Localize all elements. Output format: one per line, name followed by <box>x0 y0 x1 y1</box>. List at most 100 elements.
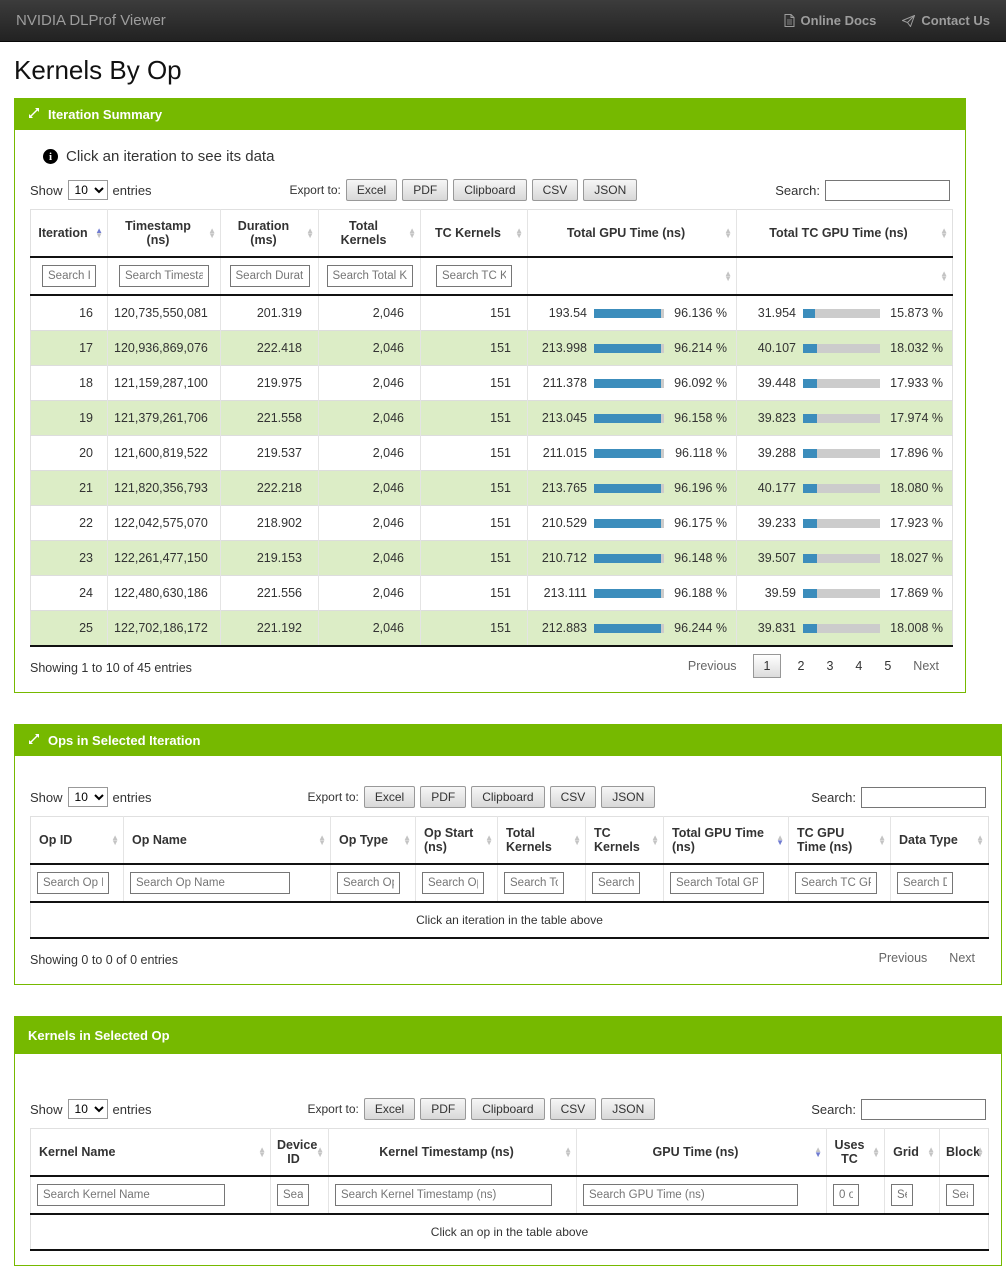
column-header-uses-tc[interactable]: Uses TC▲▼ <box>827 1129 885 1177</box>
sort-icon: ▲▼ <box>651 835 659 845</box>
column-header-total-kernels[interactable]: Total Kernels ▲▼ <box>319 210 421 258</box>
iteration-cell: 21 <box>31 471 108 506</box>
column-search-uses-tc[interactable] <box>833 1184 859 1206</box>
column-search-tc-kernels[interactable] <box>436 265 512 287</box>
column-header-gpu-time[interactable]: GPU Time (ns)▲▼ <box>577 1129 827 1177</box>
export-clipboard-button[interactable]: Clipboard <box>471 1098 544 1120</box>
column-search-gpu-time[interactable] <box>583 1184 798 1206</box>
table-row[interactable]: 24 122,480,630,186 221.556 2,046 151 213… <box>31 576 953 611</box>
column-search-total-kernels[interactable] <box>327 265 413 287</box>
table-row[interactable]: 16 120,735,550,081 201.319 2,046 151 193… <box>31 295 953 331</box>
column-header-grid[interactable]: Grid▲▼ <box>885 1129 940 1177</box>
column-header-op-start[interactable]: Op Start (ns)▲▼ <box>416 817 498 865</box>
column-search-device-id[interactable] <box>277 1184 309 1206</box>
column-search-timestamp[interactable] <box>119 265 209 287</box>
online-docs-link[interactable]: Online Docs <box>784 13 877 28</box>
column-search-kernel-name[interactable] <box>37 1184 225 1206</box>
export-json-button[interactable]: JSON <box>583 179 637 201</box>
column-search-op-start[interactable] <box>422 872 484 894</box>
export-clipboard-button[interactable]: Clipboard <box>453 179 526 201</box>
iteration-summary-table: Iteration ▲▼ Timestamp (ns) ▲▼ Duration … <box>30 209 953 647</box>
page-length-select[interactable]: 10 <box>68 1099 108 1119</box>
search-input[interactable] <box>861 787 986 808</box>
export-excel-button[interactable]: Excel <box>364 786 415 808</box>
export-pdf-button[interactable]: PDF <box>402 179 448 201</box>
next-page-button[interactable]: Next <box>938 946 986 970</box>
table-row[interactable]: 19 121,379,261,706 221.558 2,046 151 213… <box>31 401 953 436</box>
column-search-op-name[interactable] <box>130 872 290 894</box>
export-csv-button[interactable]: CSV <box>532 179 579 201</box>
page-length-control: Show 10 entries <box>30 1099 152 1119</box>
column-header-total-gpu-time[interactable]: Total GPU Time (ns)▲▼ <box>664 817 789 865</box>
kernels-panel-header[interactable]: Kernels in Selected Op <box>15 1017 1001 1054</box>
tc-kernels-cell: 151 <box>421 471 528 506</box>
column-header-total-kernels[interactable]: Total Kernels▲▼ <box>498 817 586 865</box>
table-row[interactable]: 18 121,159,287,100 219.975 2,046 151 211… <box>31 366 953 401</box>
column-search-op-id[interactable] <box>37 872 109 894</box>
column-search-data-type[interactable] <box>897 872 953 894</box>
column-search-kernel-timestamp[interactable] <box>335 1184 552 1206</box>
table-row[interactable]: 17 120,936,869,076 222.418 2,046 151 213… <box>31 331 953 366</box>
table-row[interactable]: 20 121,600,819,522 219.537 2,046 151 211… <box>31 436 953 471</box>
column-search-duration[interactable] <box>230 265 310 287</box>
column-header-op-type[interactable]: Op Type▲▼ <box>331 817 416 865</box>
column-header-device-id[interactable]: Device ID▲▼ <box>271 1129 329 1177</box>
export-excel-button[interactable]: Excel <box>364 1098 415 1120</box>
export-pdf-button[interactable]: PDF <box>420 1098 466 1120</box>
column-header-tc-kernels[interactable]: TC Kernels ▲▼ <box>421 210 528 258</box>
export-csv-button[interactable]: CSV <box>550 1098 597 1120</box>
column-header-iteration[interactable]: Iteration ▲▼ <box>31 210 108 258</box>
column-search-iteration[interactable] <box>42 265 96 287</box>
page-button-5[interactable]: 5 <box>873 654 902 678</box>
column-header-timestamp[interactable]: Timestamp (ns) ▲▼ <box>108 210 221 258</box>
column-header-tc-kernels[interactable]: TC Kernels▲▼ <box>586 817 664 865</box>
page-button-4[interactable]: 4 <box>844 654 873 678</box>
page-length-select[interactable]: 10 <box>68 180 108 200</box>
export-excel-button[interactable]: Excel <box>346 179 397 201</box>
column-header-total-gpu-time[interactable]: Total GPU Time (ns) ▲▼ <box>528 210 737 258</box>
column-header-op-name[interactable]: Op Name▲▼ <box>124 817 331 865</box>
column-header-total-tc-gpu-time[interactable]: Total TC GPU Time (ns) ▲▼ <box>737 210 953 258</box>
table-row[interactable]: 22 122,042,575,070 218.902 2,046 151 210… <box>31 506 953 541</box>
total-gpu-time-sort-cell[interactable]: ▲▼ <box>528 257 737 295</box>
export-csv-button[interactable]: CSV <box>550 786 597 808</box>
total-tc-gpu-time-cell: 40.177 18.080 % <box>737 471 953 506</box>
column-header-tc-gpu-time[interactable]: TC GPU Time (ns)▲▼ <box>789 817 891 865</box>
page-button-1[interactable]: 1 <box>753 654 782 678</box>
sort-icon: ▲▼ <box>878 835 886 845</box>
column-search-op-type[interactable] <box>337 872 400 894</box>
column-search-total-gpu-time[interactable] <box>670 872 764 894</box>
ops-panel-header[interactable]: Ops in Selected Iteration <box>15 725 1001 756</box>
next-page-button[interactable]: Next <box>902 654 950 678</box>
total-tc-gpu-time-sort-cell[interactable]: ▲▼ <box>737 257 953 295</box>
previous-page-button[interactable]: Previous <box>868 946 939 970</box>
column-search-tc-gpu-time[interactable] <box>795 872 877 894</box>
iteration-summary-panel-header[interactable]: Iteration Summary <box>15 99 965 130</box>
export-json-button[interactable]: JSON <box>601 1098 655 1120</box>
column-header-kernel-timestamp[interactable]: Kernel Timestamp (ns)▲▼ <box>329 1129 577 1177</box>
column-search-grid[interactable] <box>891 1184 913 1206</box>
column-header-kernel-name[interactable]: Kernel Name▲▼ <box>31 1129 271 1177</box>
column-search-block[interactable] <box>946 1184 974 1206</box>
column-search-tc-kernels[interactable] <box>592 872 640 894</box>
page-length-select[interactable]: 10 <box>68 787 108 807</box>
column-header-duration[interactable]: Duration (ms) ▲▼ <box>221 210 319 258</box>
export-clipboard-button[interactable]: Clipboard <box>471 786 544 808</box>
page-button-3[interactable]: 3 <box>815 654 844 678</box>
export-json-button[interactable]: JSON <box>601 786 655 808</box>
table-row[interactable]: 25 122,702,186,172 221.192 2,046 151 212… <box>31 611 953 647</box>
contact-us-link[interactable]: Contact Us <box>902 13 990 28</box>
iteration-cell: 18 <box>31 366 108 401</box>
column-header-block[interactable]: Block▲▼ <box>940 1129 989 1177</box>
search-input[interactable] <box>861 1099 986 1120</box>
column-header-op-id[interactable]: Op ID▲▼ <box>31 817 124 865</box>
duration-cell: 222.418 <box>221 331 319 366</box>
column-search-total-kernels[interactable] <box>504 872 564 894</box>
page-button-2[interactable]: 2 <box>786 654 815 678</box>
table-row[interactable]: 21 121,820,356,793 222.218 2,046 151 213… <box>31 471 953 506</box>
column-header-data-type[interactable]: Data Type▲▼ <box>891 817 989 865</box>
table-row[interactable]: 23 122,261,477,150 219.153 2,046 151 210… <box>31 541 953 576</box>
search-input[interactable] <box>825 180 950 201</box>
previous-page-button[interactable]: Previous <box>677 654 748 678</box>
export-pdf-button[interactable]: PDF <box>420 786 466 808</box>
